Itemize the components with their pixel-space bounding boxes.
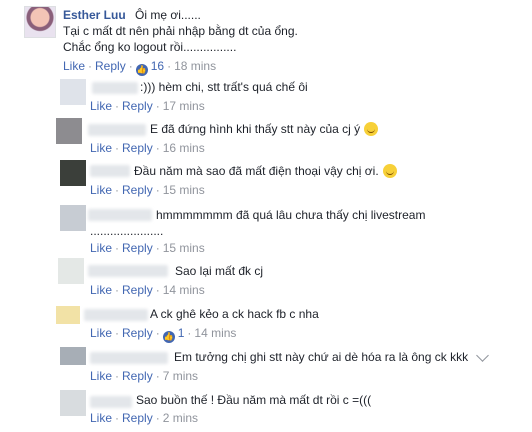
reply-avatar[interactable]	[56, 118, 82, 144]
reply-avatar[interactable]	[60, 205, 86, 231]
reply-avatar[interactable]	[60, 160, 86, 186]
like-button[interactable]: Like	[90, 283, 112, 297]
author-avatar[interactable]	[24, 6, 56, 38]
separator-dot: ·	[155, 283, 160, 297]
blurred-name	[90, 396, 132, 408]
reply-button[interactable]: Reply	[122, 141, 153, 155]
separator-dot: ·	[155, 241, 160, 255]
separator-dot: ·	[115, 141, 120, 155]
separator-dot: ·	[115, 183, 120, 197]
like-button[interactable]: Like	[90, 326, 112, 340]
blurred-name	[88, 209, 152, 221]
reply-actions: Like · Reply · 2 mins	[90, 411, 198, 425]
comment-actions: Like · Reply · 👍 16 · 18 mins	[63, 59, 216, 76]
reply-actions: Like · Reply · 15 mins	[90, 183, 205, 197]
smile-emoji-icon	[364, 122, 379, 136]
reply-text-continued: ......................	[90, 224, 164, 238]
reply-time[interactable]: 15 mins	[163, 241, 205, 255]
reply-button[interactable]: Reply	[122, 326, 153, 340]
reply-button[interactable]: Reply	[122, 283, 153, 297]
reply-text: :))) hèm chi, stt trất's quá chế ôi	[140, 80, 308, 94]
reply-text: Em tưởng chị ghi stt này chứ ai dè hóa r…	[174, 350, 469, 364]
author-name[interactable]: Esther Luu	[63, 8, 126, 22]
blurred-name	[90, 165, 130, 177]
separator-dot: ·	[115, 369, 120, 383]
separator-dot: ·	[187, 326, 192, 340]
blurred-name	[88, 124, 146, 136]
reply-avatar[interactable]	[60, 347, 86, 365]
separator-dot: ·	[167, 59, 172, 73]
like-button[interactable]: Like	[90, 241, 112, 255]
reply-actions: Like · Reply · 👍 1 · 14 mins	[90, 326, 236, 343]
separator-dot: ·	[155, 141, 160, 155]
reply-actions: Like · Reply · 7 mins	[90, 369, 198, 383]
reply-button[interactable]: Reply	[95, 59, 126, 73]
blurred-name	[92, 82, 138, 94]
reply-actions: Like · Reply · 16 mins	[90, 141, 205, 155]
reply-text-content: Đầu năm mà sao đã mất điện thoại vậy chị…	[134, 164, 379, 178]
like-reaction-icon[interactable]: 👍	[135, 64, 148, 76]
reply-time[interactable]: 17 mins	[163, 99, 205, 113]
reply-time[interactable]: 15 mins	[163, 183, 205, 197]
blurred-name	[84, 309, 148, 321]
chevron-down-icon[interactable]	[476, 349, 489, 362]
comment-time[interactable]: 18 mins	[174, 59, 216, 73]
separator-dot: ·	[155, 369, 160, 383]
reply-time[interactable]: 2 mins	[163, 411, 198, 425]
like-button[interactable]: Like	[90, 411, 112, 425]
comment-line-2: Chắc ổng ko logout rồi................	[63, 40, 237, 54]
reply-text: A ck ghê kẻo a ck hack fb c nha	[150, 307, 319, 321]
reply-button[interactable]: Reply	[122, 99, 153, 113]
reply-actions: Like · Reply · 14 mins	[90, 283, 205, 297]
like-button[interactable]: Like	[90, 183, 112, 197]
separator-dot: ·	[115, 411, 120, 425]
separator-dot: ·	[155, 326, 160, 340]
reply-avatar[interactable]	[60, 390, 86, 416]
reply-actions: Like · Reply · 15 mins	[90, 241, 205, 255]
separator-dot: ·	[115, 241, 120, 255]
separator-dot: ·	[88, 59, 93, 73]
reply-avatar[interactable]	[60, 79, 86, 105]
blurred-name	[90, 352, 168, 364]
like-button[interactable]: Like	[90, 99, 112, 113]
reply-text: E đã đứng hình khi thấy stt này của cj ý	[150, 122, 379, 136]
separator-dot: ·	[155, 99, 160, 113]
reply-text-content: E đã đứng hình khi thấy stt này của cj ý	[150, 122, 361, 136]
separator-dot: ·	[128, 59, 133, 73]
like-button[interactable]: Like	[63, 59, 85, 73]
comment-first-line: Ôi mẹ ơi......	[135, 8, 201, 22]
like-button[interactable]: Like	[90, 369, 112, 383]
reply-button[interactable]: Reply	[122, 241, 153, 255]
reply-time[interactable]: 14 mins	[163, 283, 205, 297]
separator-dot: ·	[115, 99, 120, 113]
reply-time[interactable]: 14 mins	[194, 326, 236, 340]
reply-avatar[interactable]	[58, 258, 84, 284]
reply-actions: Like · Reply · 17 mins	[90, 99, 205, 113]
like-button[interactable]: Like	[90, 141, 112, 155]
reply-time[interactable]: 7 mins	[163, 369, 198, 383]
reply-text: Đầu năm mà sao đã mất điện thoại vậy chị…	[134, 164, 397, 178]
reply-text: Sao lại mất đk cj	[175, 264, 264, 278]
separator-dot: ·	[115, 283, 120, 297]
reply-time[interactable]: 16 mins	[163, 141, 205, 155]
reply-button[interactable]: Reply	[122, 369, 153, 383]
reply-avatar[interactable]	[56, 306, 80, 324]
wink-emoji-icon	[382, 164, 397, 178]
comment-line-1: Tại c mất dt nên phải nhập bằng dt của ổ…	[63, 24, 298, 38]
separator-dot: ·	[155, 183, 160, 197]
like-reaction-icon[interactable]: 👍	[162, 331, 175, 343]
blurred-name	[88, 265, 168, 277]
reply-button[interactable]: Reply	[122, 183, 153, 197]
separator-dot: ·	[155, 411, 160, 425]
reply-button[interactable]: Reply	[122, 411, 153, 425]
separator-dot: ·	[115, 326, 120, 340]
reaction-count[interactable]: 16	[151, 59, 164, 73]
reply-text: hmmmmmmm đã quá lâu chưa thấy chị livest…	[156, 208, 426, 222]
reply-text: Sao buồn thế ! Đầu năm mà mất dt rồi c =…	[136, 393, 372, 407]
